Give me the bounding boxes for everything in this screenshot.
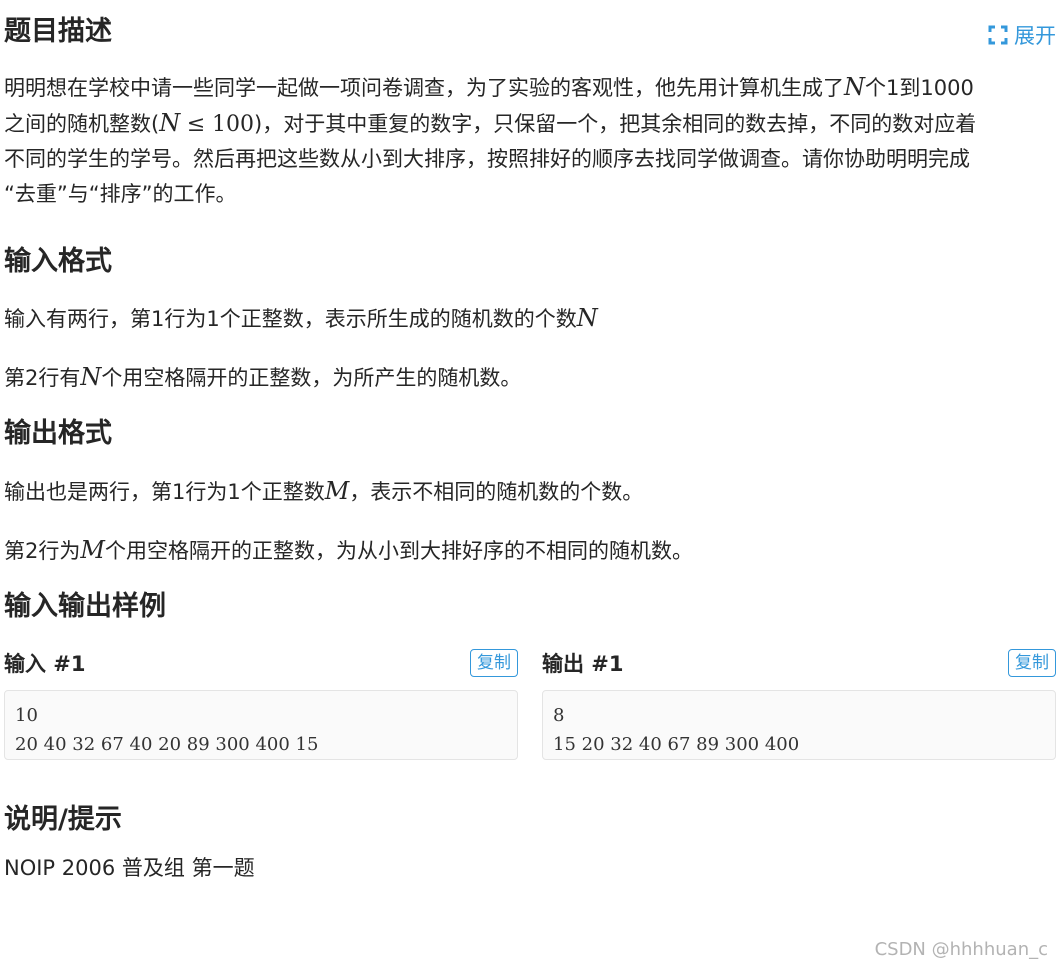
hint-section: 说明/提示 NOIP 2006 普及组 第一题: [4, 804, 1056, 882]
description-line-1: 明明想在学校中请一些同学一起做一项问卷调查，为了实验的客观性，他先用计算机生成了…: [4, 70, 1056, 106]
sample-input-header: 输入 #1 复制: [4, 645, 518, 681]
input-format-line-1: 输入有两行，第1行为1个正整数，表示所生成的随机数的个数N: [4, 300, 1056, 337]
output-format-text: 第2行为: [4, 538, 81, 563]
sample-output-title: 输出 #1: [542, 652, 624, 677]
code-line: 10: [15, 705, 38, 727]
expand-button[interactable]: 展开: [988, 20, 1056, 50]
problem-page: 题目描述 展开 明明想在学校中请一些同学一起做一项问卷调查，为了实验的客观性，他…: [4, 0, 1056, 883]
samples-row: 输入 #1 复制 10 20 40 32 67 40 20 89 300 400…: [4, 645, 1056, 761]
output-format-text: 输出也是两行，第1行为1个正整数: [4, 479, 325, 504]
description-text: 明明想在学校中请一些同学一起做一项问卷调查，为了实验的客观性，他先用计算机生成了: [4, 76, 844, 100]
math-var-n: N: [844, 73, 865, 101]
output-format-line-1: 输出也是两行，第1行为1个正整数M，表示不相同的随机数的个数。: [4, 473, 1056, 510]
description-line-4: “去重”与“排序”的工作。: [4, 182, 237, 206]
description-line-2: 之间的随机整数(N ≤ 100)，对于其中重复的数字，只保留一个，把其余相同的数…: [4, 106, 1056, 142]
description-text: 之间的随机整数(: [4, 112, 160, 136]
sample-input-title: 输入 #1: [4, 652, 86, 677]
hint-title: 说明/提示: [4, 804, 122, 836]
code-line: 20 40 32 67 40 20 89 300 400 15: [15, 734, 319, 756]
output-format-text: ，表示不相同的随机数的个数。: [349, 479, 644, 504]
hint-text: NOIP 2006 普及组 第一题: [4, 855, 255, 880]
math-le: ≤: [186, 112, 206, 137]
input-format-text: 第2行有: [4, 366, 81, 391]
math-var-n: N: [159, 109, 181, 137]
sample-input-box[interactable]: 10 20 40 32 67 40 20 89 300 400 15: [4, 690, 518, 761]
description-text: )，对于其中重复的数字，只保留一个，把其余相同的数去掉，不同的数对应着: [254, 112, 977, 136]
copy-output-button[interactable]: 复制: [1008, 649, 1056, 678]
description-title: 题目描述: [4, 16, 112, 47]
fullscreen-icon: [988, 25, 1008, 45]
input-format-section: 输入格式 输入有两行，第1行为1个正整数，表示所生成的随机数的个数N 第2行有N…: [4, 246, 1056, 396]
samples-title: 输入输出样例: [4, 590, 166, 622]
description-header: 题目描述 展开: [4, 0, 1056, 70]
code-line: 8: [553, 705, 565, 727]
math-var-n: N: [576, 304, 598, 333]
input-format-text: 输入有两行，第1行为1个正整数，表示所生成的随机数的个数: [4, 307, 577, 332]
math-var-m: M: [324, 476, 350, 505]
code-line: 15 20 32 40 67 89 300 400: [553, 734, 800, 756]
output-format-title: 输出格式: [4, 418, 112, 450]
math-hundred: 100: [212, 112, 255, 137]
description-text: 个1到1000: [865, 76, 974, 100]
input-format-line-2: 第2行有N个用空格隔开的正整数，为所产生的随机数。: [4, 359, 1056, 396]
samples-section: 输入输出样例 输入 #1 复制 10 20 40 32 67 40 20 89 …: [4, 590, 1056, 761]
math-var-n: N: [80, 363, 102, 392]
output-format-section: 输出格式 输出也是两行，第1行为1个正整数M，表示不相同的随机数的个数。 第2行…: [4, 418, 1056, 568]
sample-output: 输出 #1 复制 8 15 20 32 40 67 89 300 400: [542, 645, 1056, 761]
sample-input: 输入 #1 复制 10 20 40 32 67 40 20 89 300 400…: [4, 645, 518, 761]
input-format-title: 输入格式: [4, 246, 112, 277]
copy-input-button[interactable]: 复制: [470, 649, 518, 678]
output-format-line-2: 第2行为M个用空格隔开的正整数，为从小到大排好序的不相同的随机数。: [4, 532, 1056, 569]
expand-label: 展开: [1014, 24, 1056, 48]
input-format-text: 个用空格隔开的正整数，为所产生的随机数。: [101, 366, 522, 391]
description-body: 明明想在学校中请一些同学一起做一项问卷调查，为了实验的客观性，他先用计算机生成了…: [4, 70, 1056, 212]
sample-output-header: 输出 #1 复制: [542, 645, 1056, 681]
output-format-text: 个用空格隔开的正整数，为从小到大排好序的不相同的随机数。: [104, 538, 693, 563]
math-var-m: M: [80, 535, 105, 564]
description-line-3: 不同的学生的学号。然后再把这些数从小到大排序，按照排好的顺序去找同学做调查。请你…: [4, 147, 970, 171]
sample-output-box[interactable]: 8 15 20 32 40 67 89 300 400: [542, 690, 1056, 761]
csdn-watermark: CSDN @hhhhuan_c: [874, 939, 1048, 960]
